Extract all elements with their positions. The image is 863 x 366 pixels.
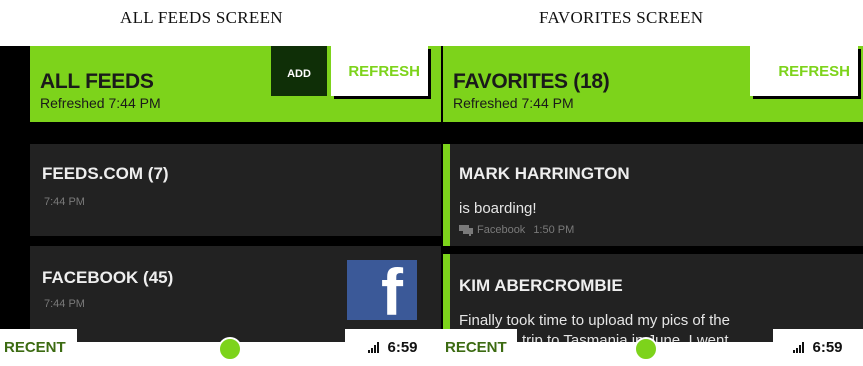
- signal-bars-icon: [368, 342, 380, 353]
- caption-favorites: FAVORITES SCREEN: [539, 8, 704, 27]
- signal-bars-icon: [793, 342, 805, 353]
- all-feeds-screen: ALL FEEDS Refreshed 7:44 PM ADD REFRESH …: [0, 46, 441, 342]
- page-title: ALL FEEDS: [40, 70, 154, 93]
- favorite-meta: Facebook 1:50 PM: [459, 224, 574, 236]
- feed-time: 7:44 PM: [44, 196, 85, 208]
- favorite-source: Facebook: [477, 224, 526, 236]
- recent-button[interactable]: RECENT: [441, 329, 517, 366]
- home-dot[interactable]: [634, 337, 658, 361]
- feed-tile-feedscom[interactable]: FEEDS.COM (7) 7:44 PM: [30, 144, 441, 236]
- favorite-message: Finally took time to upload my pics of t…: [459, 312, 730, 329]
- refreshed-time: Refreshed 7:44 PM: [40, 95, 161, 111]
- feed-title: FACEBOOK (45): [42, 268, 174, 287]
- page-title: FAVORITES (18): [453, 70, 610, 93]
- status-bar: 6:59: [773, 329, 863, 366]
- clock: 6:59: [387, 339, 418, 356]
- favorite-name: MARK HARRINGTON: [459, 164, 630, 183]
- favorite-time: 1:50 PM: [533, 224, 575, 236]
- favorite-message-line2: trip to Tasmania in June. I went: [522, 332, 729, 342]
- refresh-button[interactable]: REFRESH: [750, 46, 858, 96]
- favorite-message: is boarding!: [459, 200, 537, 217]
- clock: 6:59: [812, 339, 843, 356]
- refresh-button[interactable]: REFRESH: [331, 46, 428, 96]
- caption-all-feeds: ALL FEEDS SCREEN: [120, 8, 283, 27]
- feed-time: 7:44 PM: [44, 298, 85, 310]
- refreshed-time: Refreshed 7:44 PM: [453, 95, 574, 111]
- add-button[interactable]: ADD: [271, 46, 327, 96]
- accent-bar: [443, 144, 450, 246]
- favorites-screen: FAVORITES (18) Refreshed 7:44 PM REFRESH…: [441, 46, 863, 342]
- facebook-logo-icon: f: [347, 260, 417, 320]
- status-bar: 6:59: [345, 329, 441, 366]
- recent-button[interactable]: RECENT: [0, 329, 77, 366]
- feed-title: FEEDS.COM (7): [42, 164, 169, 183]
- comment-icon: [459, 225, 473, 236]
- favorite-item[interactable]: MARK HARRINGTON is boarding! Facebook 1:…: [443, 144, 863, 246]
- favorite-name: KIM ABERCROMBIE: [459, 276, 623, 295]
- feed-tile-facebook[interactable]: FACEBOOK (45) 7:44 PM f: [30, 246, 441, 342]
- home-dot[interactable]: [218, 337, 242, 361]
